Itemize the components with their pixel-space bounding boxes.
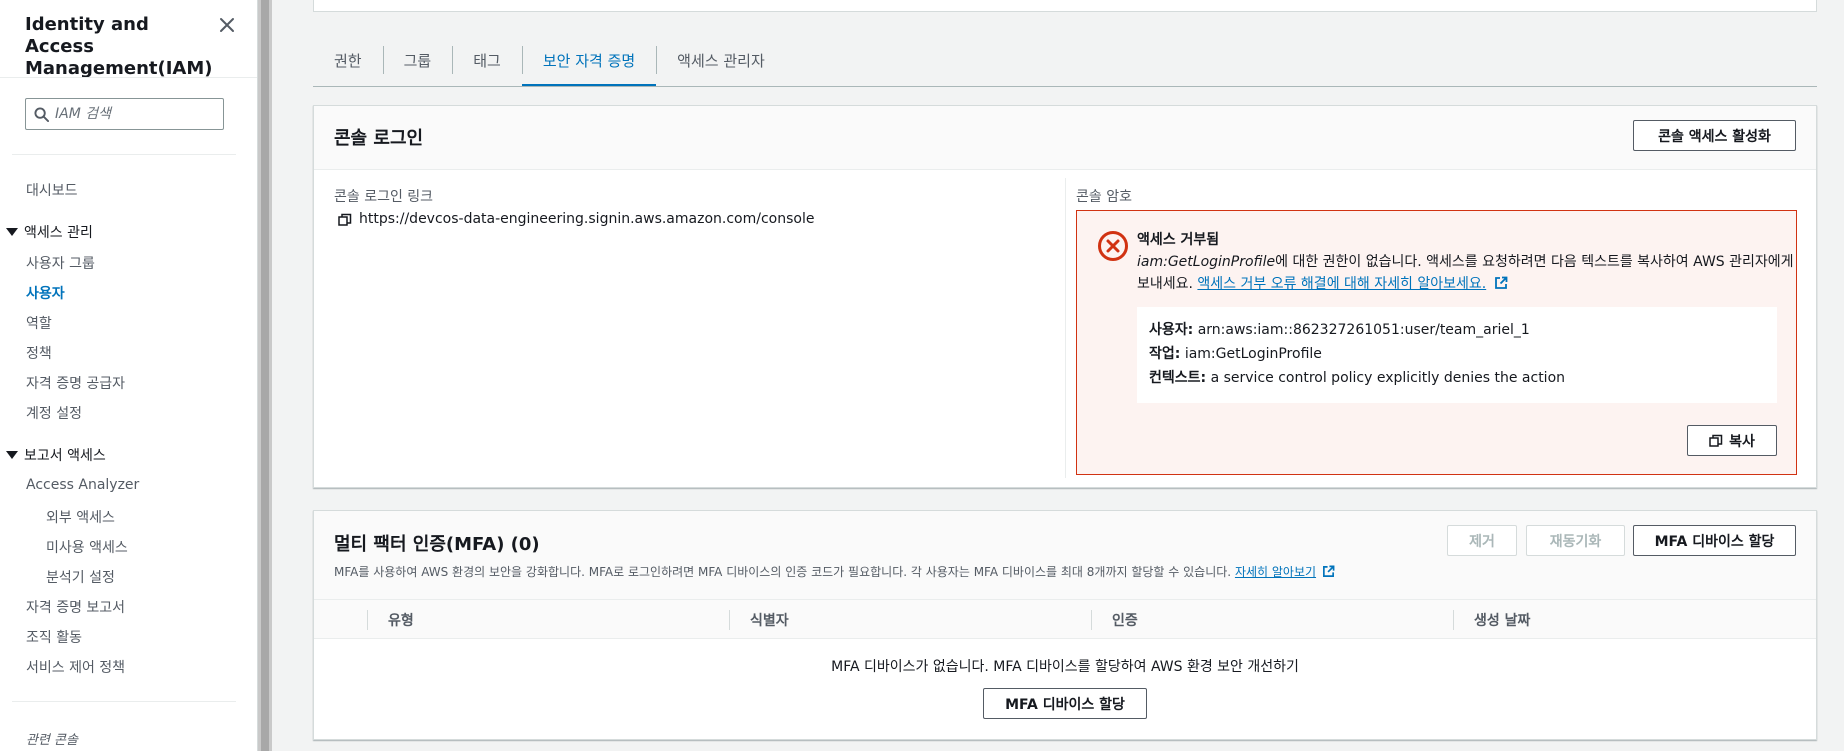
external-link-icon[interactable] [1494, 276, 1508, 290]
sidebar-item-access-analyzer[interactable]: Access Analyzer [26, 477, 139, 493]
empty-assign-mfa-button[interactable]: MFA 디바이스 할당 [983, 688, 1147, 719]
detail-context-label: 컨텍스트: [1149, 370, 1207, 386]
sidebar-item-roles[interactable]: 역할 [26, 313, 52, 333]
console-login-url[interactable]: https://devcos-data-engineering.signin.a… [359, 211, 814, 227]
copy-icon[interactable] [338, 213, 352, 227]
sidebar-item-user-groups[interactable]: 사용자 그룹 [26, 253, 95, 273]
search-input[interactable] [55, 106, 215, 122]
mfa-panel: 멀티 팩터 인증(MFA) (0) 제거 재동기화 MFA 디바이스 할당 MF… [313, 510, 1817, 740]
sidebar-item-analyzer-settings[interactable]: 분석기 설정 [46, 567, 115, 587]
summary-panel-bottom [313, 0, 1817, 12]
column-separator [367, 610, 368, 630]
column-header-certification[interactable]: 인증 [1112, 610, 1138, 630]
sidebar-item-users[interactable]: 사용자 [26, 283, 65, 303]
error-icon [1097, 230, 1129, 262]
alert-title: 액세스 거부됨 [1137, 232, 1220, 248]
tab-tags[interactable]: 태그 [452, 40, 522, 80]
mfa-title: 멀티 팩터 인증(MFA) (0) [334, 534, 540, 555]
sidebar-section-label: 보고서 액세스 [24, 448, 106, 464]
detail-context: 컨텍스트: a service control policy explicitl… [1149, 367, 1565, 387]
sidebar-item-policies[interactable]: 정책 [26, 343, 52, 363]
sidebar-item-external-access[interactable]: 외부 액세스 [46, 507, 115, 527]
sidebar-section-report-access[interactable]: 보고서 액세스 [6, 445, 106, 465]
detail-context-value: a service control policy explicitly deni… [1210, 370, 1566, 386]
detail-action-value: iam:GetLoginProfile [1184, 346, 1322, 362]
sidebar-divider [12, 701, 236, 702]
tab-security-credentials[interactable]: 보안 자격 증명 [521, 40, 657, 87]
resync-button[interactable]: 재동기화 [1526, 525, 1625, 556]
tabs-divider [313, 86, 1817, 87]
column-header-created[interactable]: 생성 날짜 [1474, 610, 1530, 630]
mfa-learn-more-link[interactable]: 자세히 알아보기 [1235, 565, 1316, 579]
detail-action: 작업: iam:GetLoginProfile [1149, 343, 1322, 363]
alert-detail-box: 사용자: arn:aws:iam::862327261051:user/team… [1137, 307, 1777, 403]
mfa-description: MFA를 사용하여 AWS 환경의 보안을 강화합니다. MFA로 로그인하려면… [334, 563, 1335, 580]
caret-down-icon [6, 451, 18, 459]
column-separator [729, 610, 730, 630]
detail-user-label: 사용자: [1149, 322, 1194, 338]
enable-console-access-button[interactable]: 콘솔 액세스 활성화 [1633, 120, 1796, 151]
console-login-title: 콘솔 로그인 [334, 128, 424, 149]
sidebar-divider [0, 77, 257, 78]
column-divider [1065, 178, 1066, 478]
sidebar-item-org-activity[interactable]: 조직 활동 [26, 627, 82, 647]
mfa-description-text: MFA를 사용하여 AWS 환경의 보안을 강화합니다. MFA로 로그인하려면… [334, 565, 1235, 579]
alert-message: iam:GetLoginProfile에 대한 권한이 없습니다. 액세스를 요… [1137, 251, 1797, 295]
remove-button[interactable]: 제거 [1447, 525, 1517, 556]
sidebar-item-credential-report[interactable]: 자격 증명 보고서 [26, 597, 125, 617]
sidebar-item-dashboard[interactable]: 대시보드 [26, 180, 78, 200]
console-password-label: 콘솔 암호 [1076, 189, 1132, 205]
search-icon [34, 106, 49, 122]
sidebar-item-identity-providers[interactable]: 자격 증명 공급자 [26, 373, 125, 393]
close-icon[interactable] [216, 14, 238, 36]
sidebar-title[interactable]: Identity and Access Management(IAM) [25, 14, 215, 80]
column-separator [1091, 610, 1092, 630]
sidebar-section-access-management[interactable]: 액세스 관리 [6, 222, 93, 242]
permission-name: iam:GetLoginProfile [1137, 254, 1276, 270]
column-header-identifier[interactable]: 식별자 [750, 610, 789, 630]
detail-action-label: 작업: [1149, 346, 1181, 362]
tab-access-advisor[interactable]: 액세스 관리자 [656, 40, 786, 80]
detail-user-value: arn:aws:iam::862327261051:user/team_arie… [1197, 322, 1530, 338]
column-separator [1453, 610, 1454, 630]
detail-user: 사용자: arn:aws:iam::862327261051:user/team… [1149, 319, 1530, 339]
panel-header [314, 106, 1816, 170]
sidebar-item-account-settings[interactable]: 계정 설정 [26, 403, 82, 423]
caret-down-icon [6, 228, 18, 236]
column-header-type[interactable]: 유형 [388, 610, 414, 630]
tab-permissions[interactable]: 권한 [313, 40, 383, 80]
sidebar: Identity and Access Management(IAM) 대시보드… [0, 0, 258, 751]
sidebar-divider [12, 154, 236, 155]
sidebar-item-unused-access[interactable]: 미사용 액세스 [46, 537, 128, 557]
user-tabs: 권한 그룹 태그 보안 자격 증명 액세스 관리자 [313, 40, 786, 88]
learn-more-link[interactable]: 액세스 거부 오류 해결에 대해 자세히 알아보세요. [1197, 276, 1486, 292]
copy-button[interactable]: 복사 [1687, 425, 1777, 456]
tab-groups[interactable]: 그룹 [382, 40, 453, 80]
external-link-icon[interactable] [1322, 565, 1335, 578]
assign-mfa-button[interactable]: MFA 디바이스 할당 [1633, 525, 1796, 556]
console-login-panel: 콘솔 로그인 콘솔 액세스 활성화 콘솔 로그인 링크 https://devc… [313, 105, 1817, 488]
search-box[interactable] [25, 98, 224, 130]
copy-icon [1709, 434, 1723, 448]
console-login-link-label: 콘솔 로그인 링크 [334, 189, 434, 205]
copy-button-label: 복사 [1729, 433, 1755, 450]
sidebar-related-consoles: 관련 콘솔 [26, 733, 78, 748]
mfa-table-header: 유형 식별자 인증 생성 날짜 [314, 599, 1816, 639]
sidebar-item-scp[interactable]: 서비스 제어 정책 [26, 657, 125, 677]
sidebar-scrollbar-thumb[interactable] [261, 0, 269, 751]
sidebar-section-label: 액세스 관리 [24, 225, 93, 241]
access-denied-alert: 액세스 거부됨 iam:GetLoginProfile에 대한 권한이 없습니다… [1076, 210, 1797, 475]
mfa-empty-message: MFA 디바이스가 없습니다. MFA 디바이스를 할당하여 AWS 환경 보안… [831, 659, 1299, 675]
